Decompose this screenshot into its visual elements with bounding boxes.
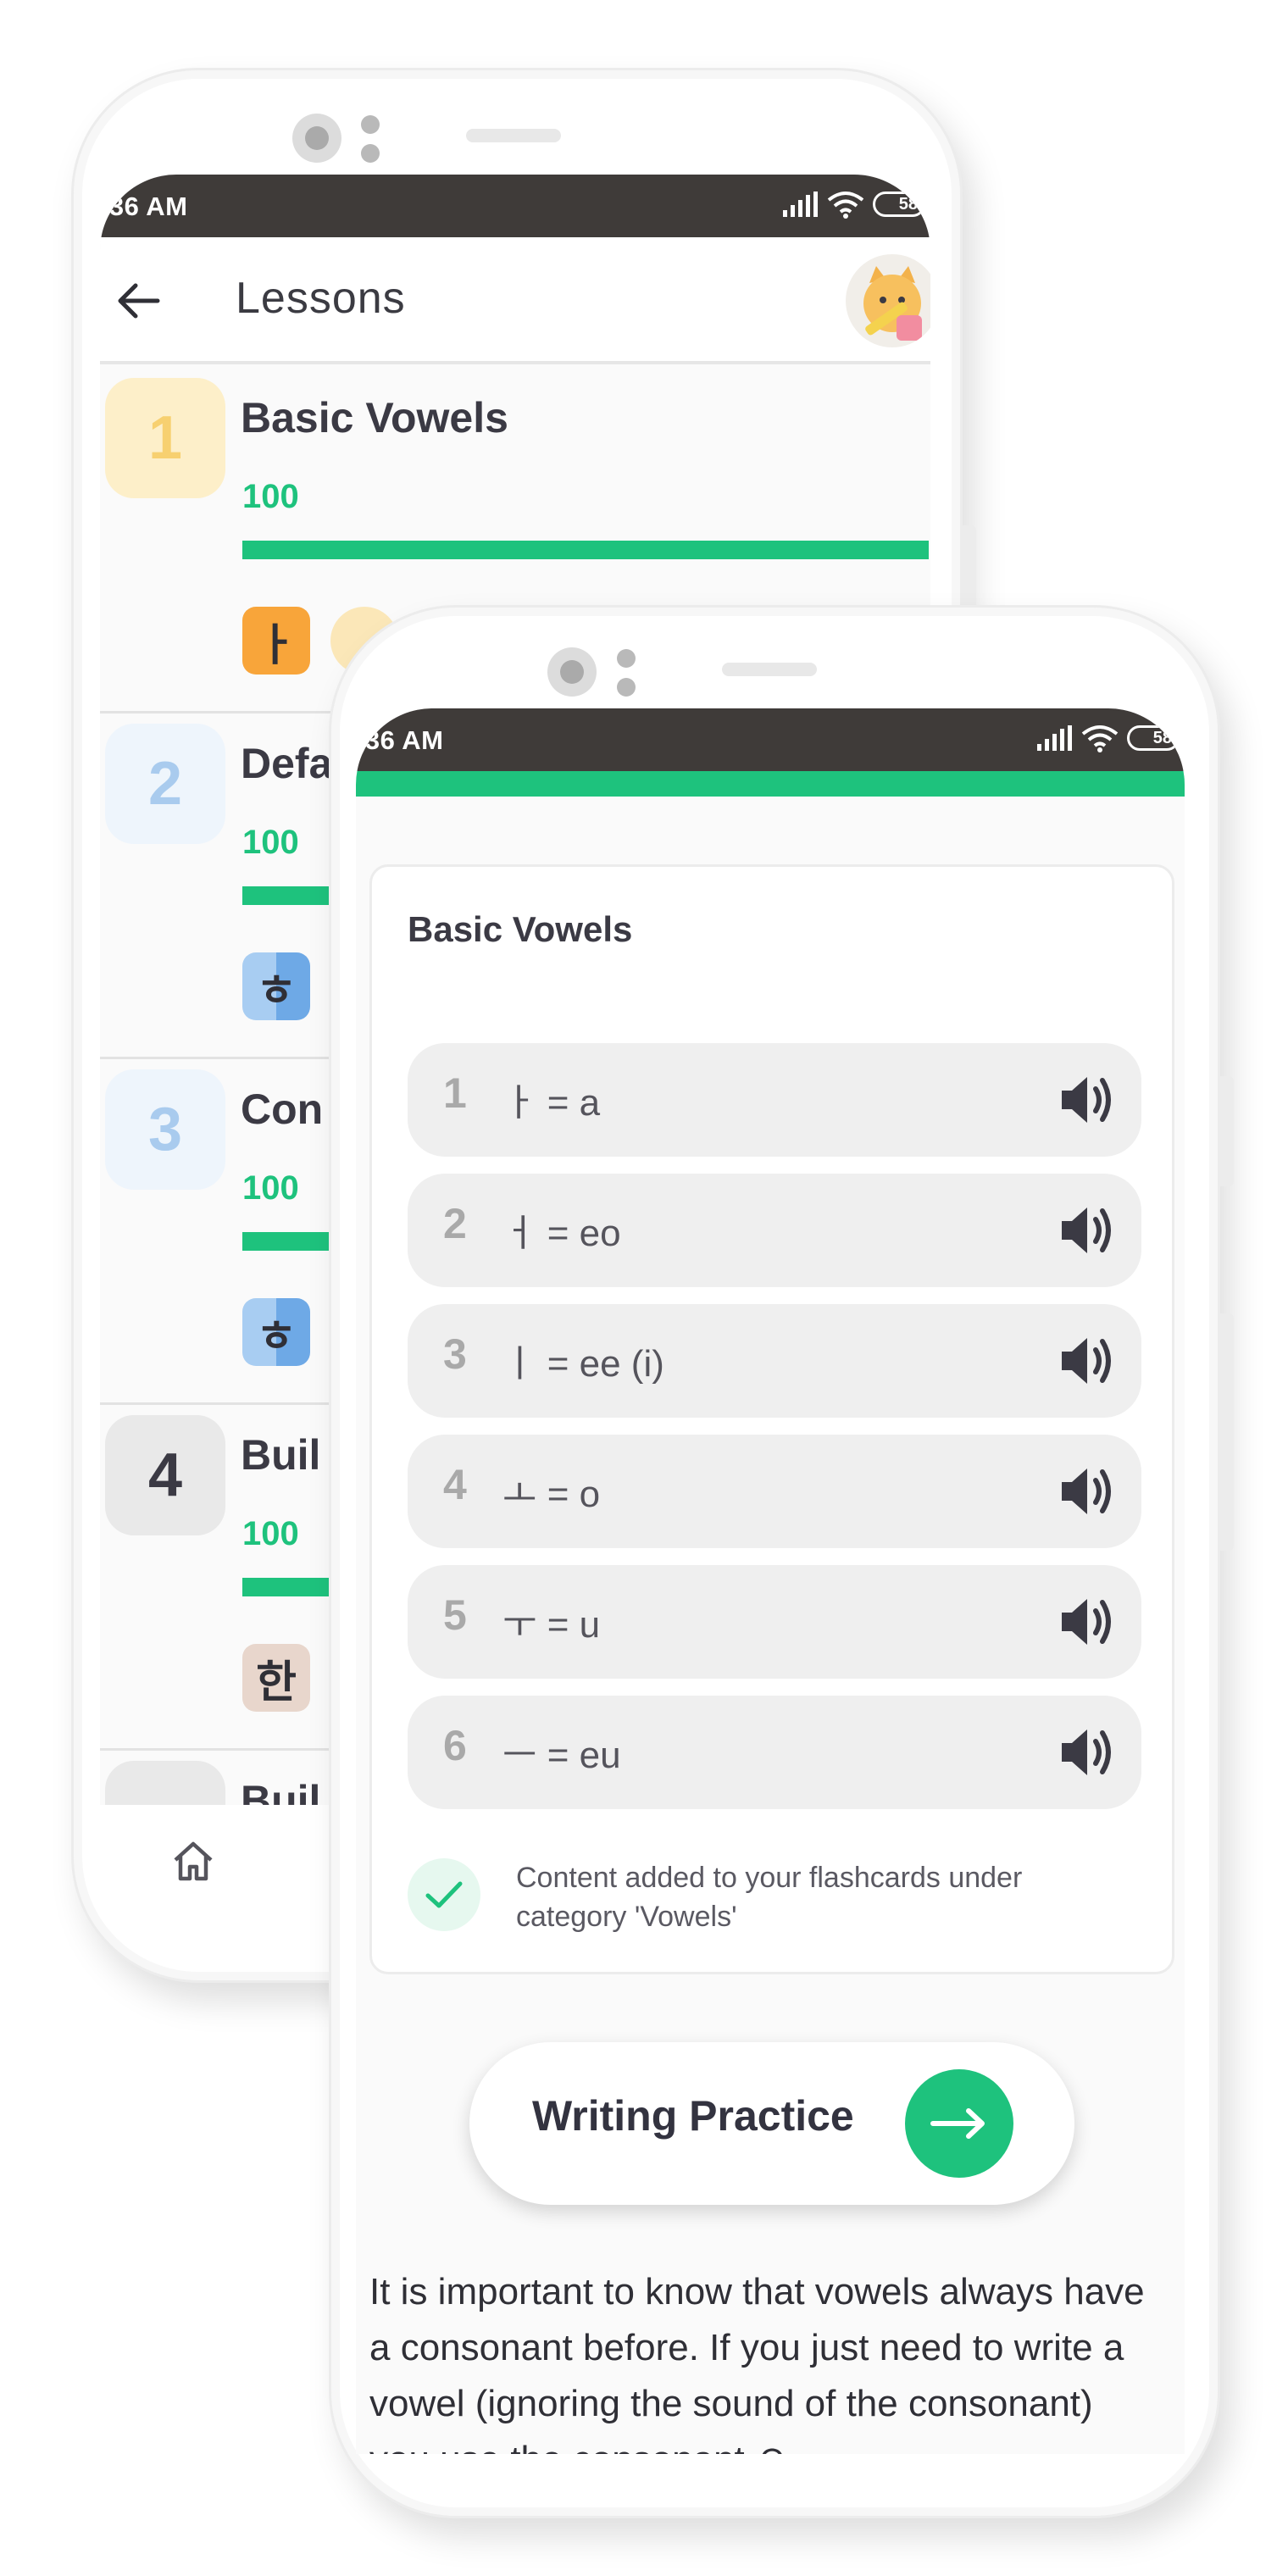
vowel-row-6[interactable]: 6 ㅡ = eu bbox=[408, 1696, 1141, 1809]
vowel-number: 4 bbox=[443, 1461, 467, 1508]
speaker-icon[interactable] bbox=[1057, 1199, 1119, 1262]
status-bar: :36 AM 58 bbox=[356, 708, 1185, 771]
lesson-progress-value: 100 bbox=[242, 1515, 299, 1552]
lesson-progress-value: 100 bbox=[242, 1169, 299, 1207]
battery-level: 58 bbox=[1152, 728, 1172, 747]
card-title: Basic Vowels bbox=[408, 909, 633, 949]
lesson-title: Basic Vowels bbox=[241, 394, 508, 441]
lesson-detail-screen: :36 AM 58 Basic Vowels 1 ㅏ = a 2 ㅓ = eo … bbox=[356, 708, 1185, 2454]
status-icons: 58 bbox=[781, 190, 925, 219]
writing-practice-label: Writing Practice bbox=[532, 2092, 854, 2140]
wifi-icon bbox=[827, 192, 864, 219]
vowel-text: ㅗ = o bbox=[502, 1474, 601, 1515]
lesson-chip: ㅏ bbox=[242, 607, 310, 675]
side-button bbox=[1220, 1313, 1234, 1551]
success-badge bbox=[408, 1858, 480, 1931]
vowels-card: Basic Vowels 1 ㅏ = a 2 ㅓ = eo 3 ㅣ = ee (… bbox=[369, 864, 1174, 1974]
lesson-chip: 한 bbox=[242, 1644, 310, 1712]
wifi-icon bbox=[1081, 725, 1119, 752]
status-bar: :36 AM 58 bbox=[100, 175, 930, 237]
lesson-title: Defa bbox=[241, 740, 333, 787]
cat-mascot-icon bbox=[863, 266, 922, 341]
speaker-icon[interactable] bbox=[1057, 1591, 1119, 1653]
checkmark-icon bbox=[425, 1881, 463, 1908]
flashcards-note: Content added to your flashcards under c… bbox=[516, 1862, 1023, 1933]
sensor-icon bbox=[617, 649, 636, 697]
speaker-icon[interactable] bbox=[1057, 1069, 1119, 1131]
earpiece-speaker bbox=[722, 663, 817, 676]
lesson-chip: ㅎ bbox=[242, 952, 310, 1020]
vowel-text: ㅣ = ee (i) bbox=[502, 1343, 664, 1385]
vowel-row-2[interactable]: 2 ㅓ = eo bbox=[408, 1174, 1141, 1287]
sensor-icon bbox=[361, 115, 380, 163]
speaker-icon[interactable] bbox=[1057, 1460, 1119, 1523]
lesson-number-badge: 3 bbox=[105, 1069, 225, 1190]
lesson-progress-value: 100 bbox=[242, 824, 299, 861]
battery-level: 58 bbox=[898, 194, 918, 214]
vowel-row-3[interactable]: 3 ㅣ = ee (i) bbox=[408, 1304, 1141, 1418]
vowel-number: 5 bbox=[443, 1591, 467, 1639]
vowel-number: 1 bbox=[443, 1069, 467, 1117]
vowel-row-5[interactable]: 5 ㅜ = u bbox=[408, 1565, 1141, 1679]
lesson-title: Buil bbox=[241, 1431, 321, 1479]
front-camera-icon bbox=[292, 114, 341, 163]
lesson-progress-bar bbox=[242, 541, 929, 559]
side-button bbox=[1220, 1076, 1234, 1186]
lesson-progress-fill bbox=[242, 541, 929, 559]
writing-practice-button[interactable]: Writing Practice bbox=[469, 2042, 1074, 2205]
vowel-number: 6 bbox=[443, 1722, 467, 1769]
speaker-icon[interactable] bbox=[1057, 1330, 1119, 1392]
earpiece-speaker bbox=[466, 129, 561, 142]
lesson-title: Con bbox=[241, 1085, 324, 1133]
lesson-number-badge: 2 bbox=[105, 724, 225, 844]
vowel-row-1[interactable]: 1 ㅏ = a bbox=[408, 1043, 1141, 1157]
battery-icon: 58 bbox=[873, 192, 925, 217]
vowel-text: ㅓ = eo bbox=[502, 1213, 621, 1254]
lesson-progress-value: 100 bbox=[242, 478, 299, 515]
lesson-title: Buil bbox=[241, 1777, 321, 1805]
lesson-chip: ㅎ bbox=[242, 1298, 310, 1366]
front-camera-icon bbox=[547, 647, 597, 697]
vowel-text: ㅏ = a bbox=[502, 1082, 601, 1124]
lesson-progress-strip bbox=[356, 771, 1185, 797]
speaker-icon[interactable] bbox=[1057, 1721, 1119, 1784]
vowel-number: 3 bbox=[443, 1330, 467, 1378]
arrow-right-icon bbox=[905, 2069, 1013, 2178]
home-icon bbox=[174, 1841, 213, 1881]
status-time: :36 AM bbox=[356, 725, 444, 755]
app-bar: Lessons bbox=[100, 237, 930, 364]
nav-home-button[interactable] bbox=[161, 1829, 225, 1893]
lesson-number-badge bbox=[105, 1761, 225, 1805]
vowel-number: 2 bbox=[443, 1200, 467, 1247]
vowel-row-4[interactable]: 4 ㅗ = o bbox=[408, 1435, 1141, 1548]
back-arrow-icon[interactable] bbox=[114, 280, 164, 322]
signal-icon bbox=[783, 192, 818, 217]
status-time: :36 AM bbox=[100, 192, 188, 221]
lesson-explanation-text: It is important to know that vowels alwa… bbox=[369, 2271, 1145, 2454]
lesson-number-badge: 1 bbox=[105, 378, 225, 498]
vowel-text: ㅡ = eu bbox=[502, 1735, 621, 1776]
vowel-text: ㅜ = u bbox=[502, 1604, 601, 1646]
battery-icon: 58 bbox=[1127, 725, 1180, 751]
signal-icon bbox=[1037, 725, 1072, 751]
lesson-number-badge: 4 bbox=[105, 1415, 225, 1535]
page-title: Lessons bbox=[236, 274, 406, 323]
status-icons: 58 bbox=[1035, 724, 1180, 752]
avatar[interactable] bbox=[846, 254, 930, 347]
